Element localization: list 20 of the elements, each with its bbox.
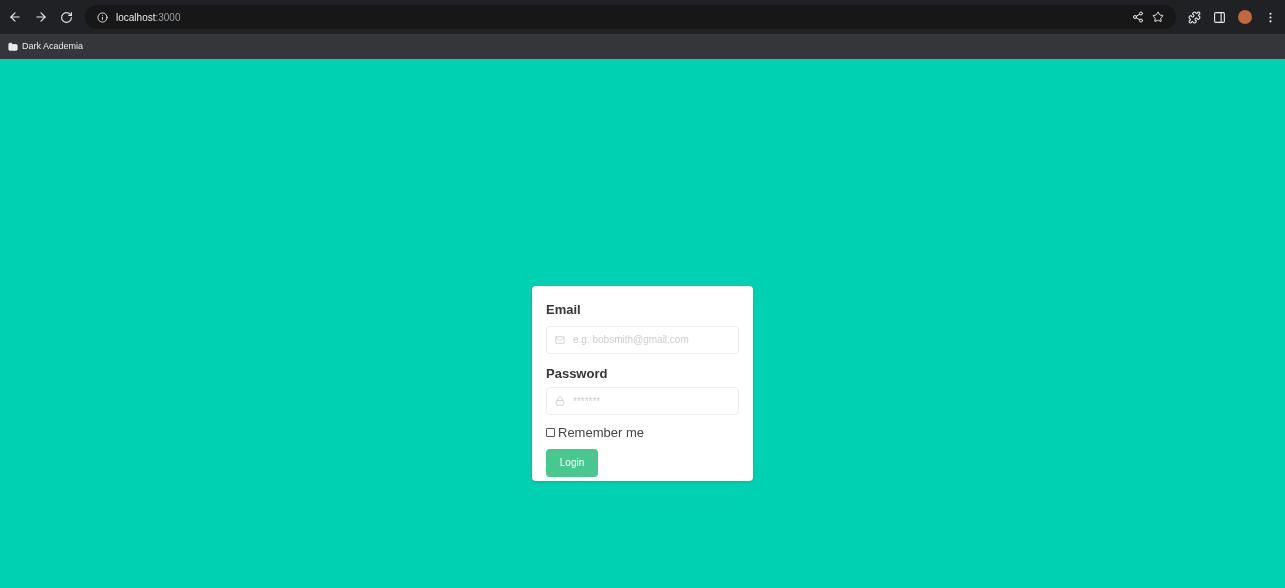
address-bar[interactable]: localhost:3000 <box>85 5 1176 29</box>
share-icon[interactable] <box>1132 11 1144 23</box>
panel-icon[interactable] <box>1213 10 1226 24</box>
lock-icon <box>555 396 565 406</box>
password-label: Password <box>546 364 609 383</box>
remember-label: Remember me <box>558 424 644 442</box>
back-icon[interactable] <box>8 10 22 24</box>
mail-icon <box>555 334 565 345</box>
remember-checkbox[interactable] <box>546 428 555 438</box>
password-field[interactable]: ******* <box>546 387 739 415</box>
reload-icon[interactable] <box>60 10 73 24</box>
bookmark-item[interactable]: Dark Academia <box>8 39 84 54</box>
star-icon[interactable] <box>1152 11 1164 23</box>
puzzle-icon[interactable] <box>1188 10 1201 24</box>
forward-icon[interactable] <box>34 10 48 24</box>
folder-icon <box>8 41 18 52</box>
email-label: Email <box>546 301 582 319</box>
url-text: localhost:3000 <box>116 10 181 25</box>
avatar-icon[interactable] <box>1238 10 1252 24</box>
info-icon[interactable] <box>97 11 108 23</box>
